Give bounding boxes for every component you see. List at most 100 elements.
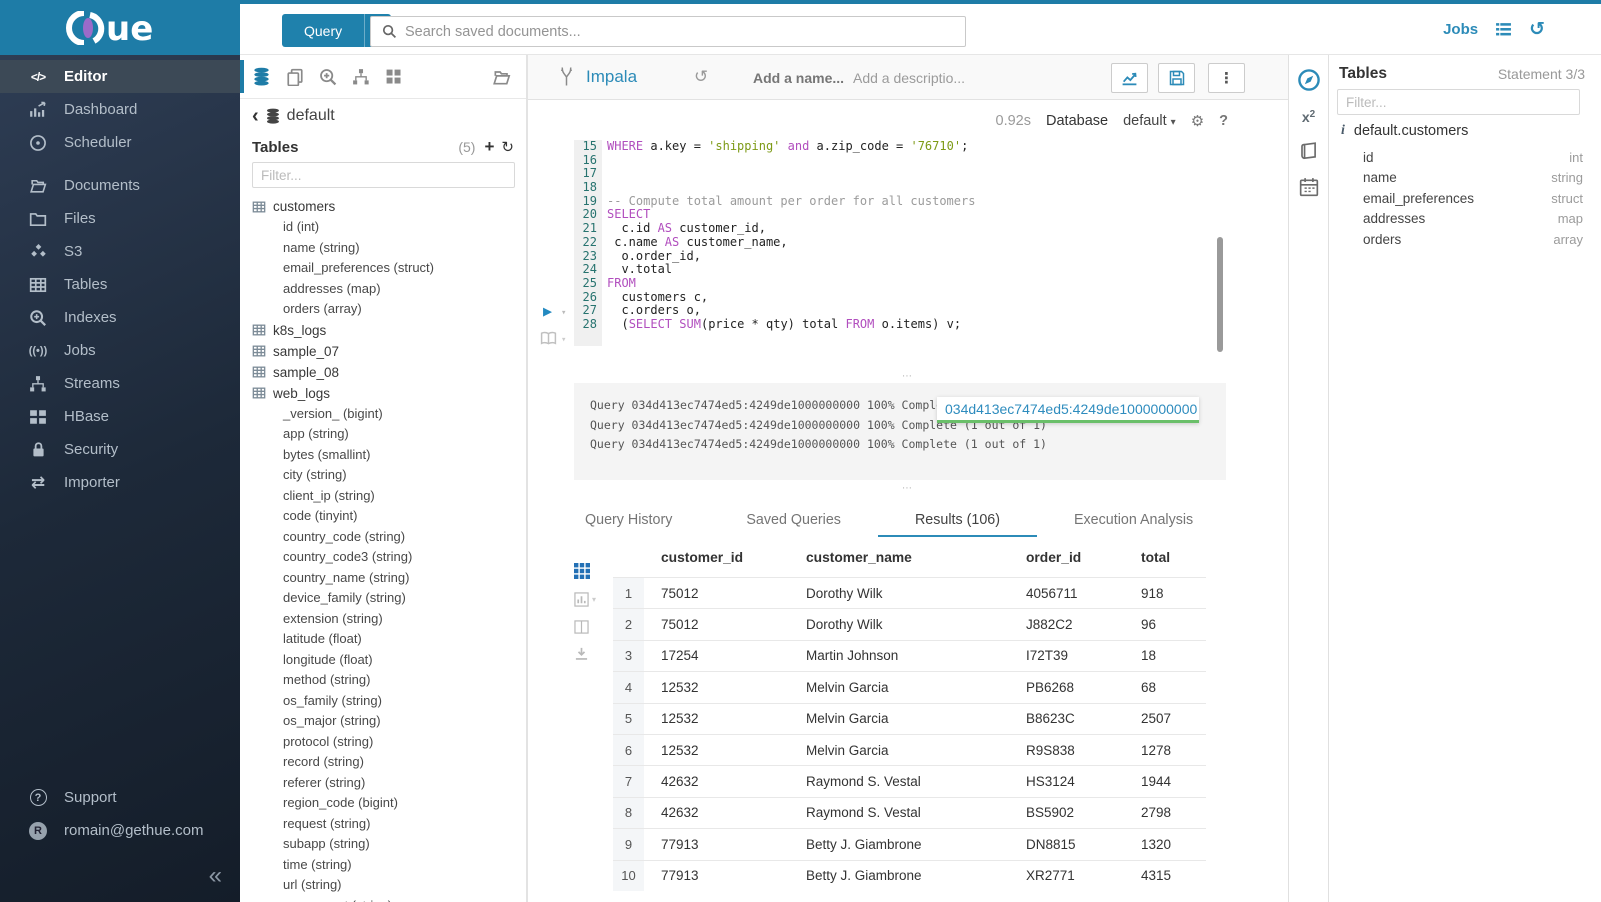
database-name[interactable]: default	[287, 107, 335, 125]
code-line[interactable]: 27 c.orders o,	[574, 304, 1268, 318]
table-cell[interactable]: 75012	[644, 617, 789, 632]
tables-filter-input[interactable]	[252, 162, 515, 188]
table-cell[interactable]: 4315	[1124, 868, 1206, 883]
code-line[interactable]: 16	[574, 154, 1268, 168]
table-cell[interactable]: 18	[1124, 648, 1206, 663]
back-icon[interactable]: ‹	[252, 108, 259, 124]
query-history-icon[interactable]: ↺	[694, 67, 708, 87]
table-cell[interactable]: Betty J. Giambrone	[789, 868, 1009, 883]
table-cell[interactable]: 42632	[644, 774, 789, 789]
table-cell[interactable]: Raymond S. Vestal	[789, 805, 1009, 820]
columns-view-icon[interactable]	[574, 620, 596, 634]
tree-column[interactable]: os_family (string)	[252, 691, 526, 712]
sidebar-item-scheduler[interactable]: Scheduler	[0, 126, 240, 159]
database-select[interactable]: default ▾	[1123, 113, 1176, 129]
chart-button[interactable]	[1111, 63, 1148, 93]
tree-column[interactable]: os_major (string)	[252, 711, 526, 732]
table-cell[interactable]: 68	[1124, 680, 1206, 695]
tab-execution-analysis[interactable]: Execution Analysis	[1037, 505, 1230, 537]
info-icon[interactable]: i	[1341, 123, 1345, 139]
tree-column[interactable]: subapp (string)	[252, 834, 526, 855]
zoom-in-icon[interactable]	[319, 68, 337, 86]
tree-column[interactable]: code (tinyint)	[252, 506, 526, 527]
sidebar-item-hbase[interactable]: HBase	[0, 400, 240, 433]
tree-column[interactable]: country_code (string)	[252, 527, 526, 548]
code-line[interactable]: 19-- Compute total amount per order for …	[574, 195, 1268, 209]
tree-column[interactable]: country_code3 (string)	[252, 547, 526, 568]
row-number[interactable]: 1	[613, 578, 644, 608]
explain-book-icon[interactable]	[540, 331, 557, 345]
right-filter-input[interactable]	[1337, 89, 1580, 115]
table-cell[interactable]: XR2771	[1009, 868, 1124, 883]
table-cell[interactable]: I72T39	[1009, 648, 1124, 663]
tab-results-106[interactable]: Results (106)	[878, 505, 1037, 537]
engine-name[interactable]: Impala	[586, 67, 637, 87]
tree-column[interactable]: latitude (float)	[252, 629, 526, 650]
sidebar-item-indexes[interactable]: Indexes	[0, 301, 240, 334]
run-options-caret-icon[interactable]: ▾	[561, 308, 566, 318]
tree-column[interactable]: client_ip (string)	[252, 486, 526, 507]
tree-column[interactable]: orders (array)	[252, 299, 526, 320]
code-line[interactable]: 25FROM	[574, 277, 1268, 291]
jobs-link[interactable]: Jobs	[1443, 21, 1478, 38]
table-row[interactable]: 612532Melvin GarciaR9S8381278	[613, 734, 1206, 765]
row-number[interactable]: 9	[613, 829, 644, 859]
help-icon[interactable]: ?	[1219, 113, 1228, 129]
query-name-field[interactable]: Add a name...	[753, 70, 844, 86]
code-line[interactable]: 20SELECT	[574, 208, 1268, 222]
tree-column[interactable]: referer (string)	[252, 773, 526, 794]
save-button[interactable]	[1158, 63, 1195, 93]
table-cell[interactable]: 12532	[644, 711, 789, 726]
schedule-calendar-icon[interactable]	[1299, 177, 1319, 197]
tree-column[interactable]: name (string)	[252, 238, 526, 259]
tree-table-customers[interactable]: customers	[252, 196, 526, 217]
settings-gear-icon[interactable]: ⚙	[1191, 112, 1204, 130]
tree-column[interactable]: protocol (string)	[252, 732, 526, 753]
table-cell[interactable]: 77913	[644, 837, 789, 852]
schema-column-id[interactable]: idint	[1363, 147, 1583, 168]
sql-editor[interactable]: 15WHERE a.key = 'shipping' and a.zip_cod…	[528, 138, 1288, 363]
tree-column[interactable]: _version_ (bigint)	[252, 404, 526, 425]
search-input[interactable]	[405, 24, 965, 40]
projects-folder-icon[interactable]	[492, 68, 512, 86]
row-number[interactable]: 7	[613, 766, 644, 796]
code-line[interactable]: 18	[574, 181, 1268, 195]
schema-column-orders[interactable]: ordersarray	[1363, 229, 1583, 250]
sidebar-footer-support[interactable]: ?Support	[0, 781, 240, 814]
table-cell[interactable]: 12532	[644, 680, 789, 695]
refresh-icon[interactable]: ↻	[501, 138, 514, 156]
tree-column[interactable]: url (string)	[252, 875, 526, 896]
add-table-icon[interactable]: +	[484, 137, 494, 157]
tree-column[interactable]: city (string)	[252, 465, 526, 486]
sidebar-footer-romain-gethue-com[interactable]: Rromain@gethue.com	[0, 814, 240, 847]
code-line[interactable]: 24 v.total	[574, 263, 1268, 277]
table-cell[interactable]: 1278	[1124, 743, 1206, 758]
history-icon[interactable]: ↺	[1529, 18, 1545, 41]
resize-handle[interactable]: ⋯	[528, 486, 1288, 494]
tree-table-sample-08[interactable]: sample_08	[252, 362, 526, 383]
table-row[interactable]: 275012Dorothy WilkJ882C296	[613, 608, 1206, 639]
assistant-compass-icon[interactable]	[1297, 68, 1321, 92]
explain-options-caret-icon[interactable]: ▾	[561, 335, 566, 345]
sitemap-icon[interactable]	[352, 68, 370, 86]
language-reference-book-icon[interactable]	[1299, 142, 1319, 160]
column-header-customer-id[interactable]: customer_id	[644, 550, 789, 565]
tree-column[interactable]: longitude (float)	[252, 650, 526, 671]
apps-grid-icon[interactable]	[385, 68, 402, 85]
tree-column[interactable]: region_code (bigint)	[252, 793, 526, 814]
code-line[interactable]: 17	[574, 167, 1268, 181]
collapse-sidebar-button[interactable]: «	[209, 862, 222, 890]
tab-saved-queries[interactable]: Saved Queries	[709, 505, 878, 537]
table-cell[interactable]: 96	[1124, 617, 1206, 632]
sidebar-item-security[interactable]: Security	[0, 433, 240, 466]
table-cell[interactable]: Betty J. Giambrone	[789, 837, 1009, 852]
tab-query-history[interactable]: Query History	[548, 505, 709, 537]
row-number[interactable]: 3	[613, 641, 644, 671]
table-cell[interactable]: Dorothy Wilk	[789, 617, 1009, 632]
chart-view-icon[interactable]: ▾	[574, 592, 596, 607]
query-description-field[interactable]: Add a descriptio...	[853, 70, 965, 86]
table-cell[interactable]: HS3124	[1009, 774, 1124, 789]
table-cell[interactable]: DN8815	[1009, 837, 1124, 852]
table-row[interactable]: 842632Raymond S. VestalBS59022798	[613, 797, 1206, 828]
code-line[interactable]: 15WHERE a.key = 'shipping' and a.zip_cod…	[574, 140, 1268, 154]
